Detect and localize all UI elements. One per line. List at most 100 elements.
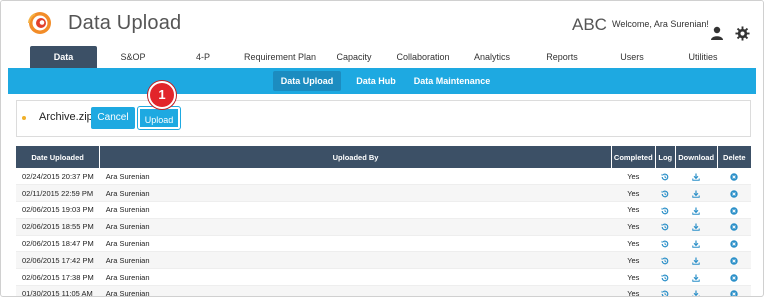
table-row: 02/11/2015 22:59 PM Ara Surenian Yes: [16, 184, 751, 203]
download-icon[interactable]: [692, 205, 700, 215]
cell-download: [675, 251, 718, 270]
cell-completed: Yes: [611, 184, 656, 203]
col-completed[interactable]: Completed: [611, 146, 656, 168]
user-icon[interactable]: [710, 26, 724, 40]
col-uploaded-by[interactable]: Uploaded By: [99, 146, 612, 168]
download-icon[interactable]: [692, 222, 700, 232]
page-title: Data Upload: [68, 12, 182, 34]
cell-log: [655, 184, 676, 203]
subnav-data-maintenance[interactable]: Data Maintenance: [413, 71, 491, 91]
cell-download: [675, 184, 718, 203]
nav-collaboration[interactable]: Collaboration: [393, 46, 453, 68]
nav-utilities[interactable]: Utilities: [681, 46, 725, 68]
cell-uploaded-by: Ara Surenian: [99, 184, 612, 203]
cell-uploaded-by: Ara Surenian: [99, 168, 612, 186]
table-body: 02/24/2015 20:37 PM Ara Surenian Yes 02/11/…: [16, 168, 751, 296]
subnav-data-hub[interactable]: Data Hub: [355, 71, 397, 91]
download-icon[interactable]: [692, 239, 700, 248]
cell-completed: Yes: [611, 218, 656, 236]
delete-icon[interactable]: [730, 205, 738, 215]
table-row: 02/06/2015 17:42 PM Ara Surenian Yes: [16, 251, 751, 270]
cell-completed: Yes: [611, 168, 656, 186]
col-download: Download: [675, 146, 718, 168]
delete-icon[interactable]: [730, 256, 738, 265]
col-date-uploaded[interactable]: Date Uploaded: [16, 146, 101, 168]
table-row: 02/06/2015 17:38 PM Ara Surenian Yes: [16, 268, 751, 287]
cell-delete: [717, 168, 751, 186]
app-window: Data Upload ABC Welcome, Ara Surenian! D…: [0, 0, 764, 297]
cell-delete: [717, 251, 751, 270]
cell-download: [675, 235, 718, 253]
delete-icon[interactable]: [730, 289, 738, 296]
col-log: Log: [655, 146, 676, 168]
cell-uploaded-by: Ara Surenian: [99, 285, 612, 296]
cell-delete: [717, 184, 751, 203]
log-history-icon[interactable]: [661, 172, 669, 181]
upload-button[interactable]: Upload: [137, 106, 181, 130]
download-icon[interactable]: [692, 189, 700, 198]
uploads-table: Date Uploaded Uploaded By Completed Log …: [16, 146, 751, 296]
cell-completed: Yes: [611, 235, 656, 253]
selected-filename: Archive.zip: [39, 111, 93, 123]
cell-delete: [717, 268, 751, 287]
header: Data Upload ABC Welcome, Ara Surenian!: [1, 1, 763, 43]
cell-log: [655, 218, 676, 236]
table-row: 02/06/2015 18:47 PM Ara Surenian Yes: [16, 235, 751, 253]
cell-download: [675, 168, 718, 186]
log-history-icon[interactable]: [661, 239, 669, 248]
cell-date-uploaded: 01/30/2015 11:05 AM: [16, 285, 100, 296]
delete-icon[interactable]: [730, 172, 738, 181]
main-nav: Data S&OP 4-P Requirement Plan Capacity …: [1, 44, 763, 68]
cell-uploaded-by: Ara Surenian: [99, 201, 612, 219]
cell-download: [675, 218, 718, 236]
delete-icon[interactable]: [730, 189, 738, 198]
cell-date-uploaded: 02/06/2015 17:42 PM: [16, 251, 100, 270]
table-row: 02/06/2015 18:55 PM Ara Surenian Yes: [16, 218, 751, 236]
log-history-icon[interactable]: [661, 289, 669, 296]
log-history-icon[interactable]: [661, 222, 669, 231]
cell-date-uploaded: 02/11/2015 22:59 PM: [16, 184, 100, 203]
gear-icon[interactable]: [735, 26, 750, 41]
nav-sop[interactable]: S&OP: [113, 46, 153, 68]
subnav-data-upload[interactable]: Data Upload: [273, 71, 341, 91]
file-bullet-icon: [22, 116, 26, 120]
nav-requirement-plan[interactable]: Requirement Plan: [237, 46, 323, 68]
nav-4p[interactable]: 4-P: [186, 46, 220, 68]
cell-date-uploaded: 02/06/2015 17:38 PM: [16, 268, 100, 287]
download-icon[interactable]: [692, 289, 700, 296]
cell-delete: [717, 235, 751, 253]
step-callout-badge: 1: [148, 81, 176, 109]
nav-users[interactable]: Users: [615, 46, 649, 68]
download-icon[interactable]: [692, 256, 700, 265]
cell-download: [675, 285, 718, 296]
table-row: 02/06/2015 19:03 PM Ara Surenian Yes: [16, 201, 751, 219]
cell-log: [655, 235, 676, 253]
delete-icon[interactable]: [730, 239, 738, 248]
col-delete: Delete: [717, 146, 751, 168]
delete-icon[interactable]: [730, 222, 738, 231]
cell-log: [655, 251, 676, 270]
table-row: 02/24/2015 20:37 PM Ara Surenian Yes: [16, 168, 751, 186]
nav-analytics[interactable]: Analytics: [470, 46, 514, 68]
cancel-button[interactable]: Cancel: [91, 107, 135, 129]
nav-reports[interactable]: Reports: [542, 46, 582, 68]
cell-date-uploaded: 02/06/2015 19:03 PM: [16, 201, 100, 219]
cell-completed: Yes: [611, 251, 656, 270]
cell-log: [655, 268, 676, 287]
cell-uploaded-by: Ara Surenian: [99, 235, 612, 253]
log-history-icon[interactable]: [661, 205, 669, 214]
log-history-icon[interactable]: [661, 256, 669, 265]
cell-delete: [717, 285, 751, 296]
download-icon[interactable]: [692, 172, 700, 181]
delete-icon[interactable]: [730, 273, 738, 282]
download-icon[interactable]: [692, 273, 700, 282]
nav-data[interactable]: Data: [30, 46, 97, 68]
cell-completed: Yes: [611, 268, 656, 287]
log-history-icon[interactable]: [661, 273, 669, 282]
sub-nav: Data Upload Data Hub Data Maintenance: [8, 68, 756, 94]
log-history-icon[interactable]: [661, 189, 669, 198]
cell-download: [675, 201, 718, 219]
nav-capacity[interactable]: Capacity: [333, 46, 375, 68]
cell-uploaded-by: Ara Surenian: [99, 218, 612, 236]
welcome-text: Welcome, Ara Surenian!: [612, 19, 709, 29]
